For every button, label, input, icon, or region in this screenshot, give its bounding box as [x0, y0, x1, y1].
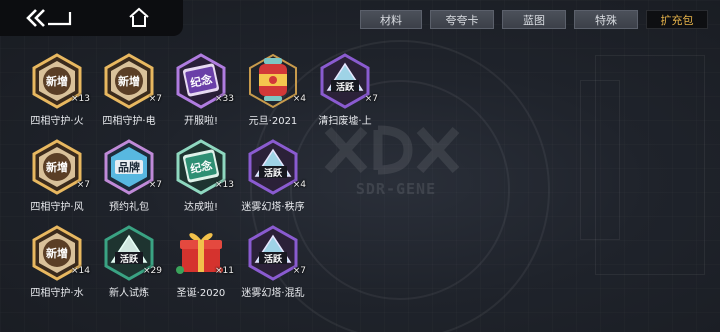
tab-special[interactable]: 特殊 [574, 10, 638, 29]
item-card[interactable]: 新增 ×7 四相守护·电 [94, 52, 164, 134]
item-count: ×7 [76, 180, 90, 190]
item-card[interactable]: 新增 ×13 四相守护·火 [22, 52, 92, 134]
item-count: ×13 [71, 94, 90, 104]
item-label: 开服啦! [183, 116, 218, 127]
item-label: 新人试炼 [109, 288, 149, 299]
item-label: 四相守护·电 [102, 116, 156, 127]
item-count: ×7 [364, 94, 378, 104]
back-button[interactable] [24, 6, 76, 30]
category-tabs: 材料 夸夸卡 蓝图 特殊 扩充包 [360, 10, 708, 29]
item-card[interactable]: ×4 元旦·2021 [238, 52, 308, 134]
item-count: ×11 [215, 266, 234, 276]
badge-text: 新增 [46, 160, 68, 174]
background-panel [580, 80, 620, 240]
item-count: ×14 [71, 266, 90, 276]
item-card[interactable]: 纪念 ×13 达成啦! [166, 138, 236, 220]
badge-text: 新增 [46, 74, 68, 88]
tab-praise-cards[interactable]: 夸夸卡 [430, 10, 494, 29]
badge-text: 活跃 [120, 253, 139, 265]
back-arrow-icon [26, 9, 72, 27]
tab-expansion-packs[interactable]: 扩充包 [646, 10, 708, 29]
item-label: 元旦·2021 [248, 116, 298, 127]
item-label: 四相守护·水 [30, 288, 84, 299]
item-count: ×7 [292, 266, 306, 276]
item-card[interactable]: 新增 ×7 四相守护·风 [22, 138, 92, 220]
item-card[interactable]: 活跃 ×29 新人试炼 [94, 224, 164, 306]
item-card[interactable]: 活跃 ×4 迷雾幻塔·秩序 [238, 138, 308, 220]
item-count: ×7 [148, 180, 162, 190]
tab-materials[interactable]: 材料 [360, 10, 422, 29]
item-card[interactable]: 品牌 ×7 预约礼包 [94, 138, 164, 220]
home-icon [129, 7, 149, 27]
badge-text: 活跃 [336, 81, 355, 93]
item-count: ×29 [143, 266, 162, 276]
item-count: ×4 [292, 94, 306, 104]
item-count: ×7 [148, 94, 162, 104]
home-button[interactable] [126, 5, 152, 31]
badge-text: 品牌 [118, 160, 140, 174]
item-label: 预约礼包 [109, 202, 149, 213]
item-card[interactable]: 活跃 ×7 清扫废墟·上 [310, 52, 380, 134]
tab-blueprints[interactable]: 蓝图 [502, 10, 566, 29]
item-count: ×13 [215, 180, 234, 190]
item-card[interactable]: ×11 圣诞·2020 [166, 224, 236, 306]
top-nav [0, 0, 183, 36]
item-label: 迷雾幻塔·秩序 [241, 202, 305, 213]
item-label: 四相守护·风 [30, 202, 84, 213]
badge-text: 新增 [118, 74, 140, 88]
item-label: 清扫废墟·上 [318, 116, 372, 127]
item-label: 迷雾幻塔·混乱 [241, 288, 305, 299]
badge-text: 新增 [46, 246, 68, 260]
item-card[interactable]: 纪念 ×33 开服啦! [166, 52, 236, 134]
item-label: 四相守护·火 [30, 116, 84, 127]
item-count: ×33 [215, 94, 234, 104]
item-card[interactable]: 新增 ×14 四相守护·水 [22, 224, 92, 306]
item-count: ×4 [292, 180, 306, 190]
item-grid: 新增 ×13 四相守护·火 新增 ×7 四相守护·电 纪念 ×33 开服啦! ×… [22, 52, 382, 312]
item-card[interactable]: 活跃 ×7 迷雾幻塔·混乱 [238, 224, 308, 306]
badge-text: 活跃 [264, 253, 283, 265]
item-label: 达成啦! [183, 202, 218, 213]
item-label: 圣诞·2020 [176, 288, 226, 299]
badge-text: 活跃 [264, 167, 283, 179]
